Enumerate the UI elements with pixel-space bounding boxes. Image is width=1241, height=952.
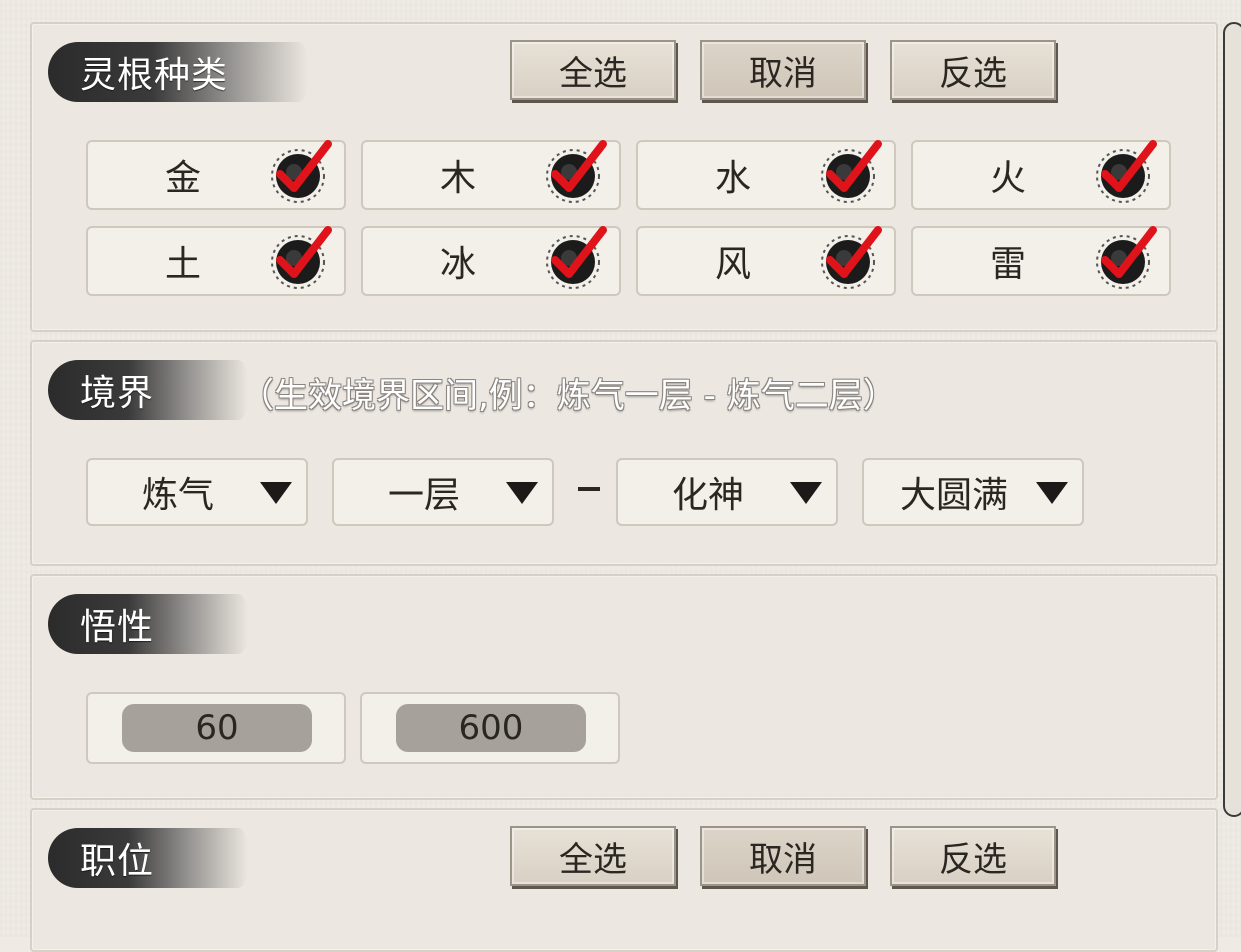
realm-from-realm-dropdown[interactable]: 炼气 [86, 458, 308, 526]
position-select-all-button[interactable]: 全选 [510, 826, 676, 886]
spirit-root-label: 火 [989, 158, 1026, 199]
realm-panel: 境界 （生效境界区间,例：炼气一层 - 炼气二层） 炼气 一层 化神 大圆满 [30, 340, 1218, 566]
position-title: 职位 [48, 828, 248, 888]
spirit-root-cancel-button[interactable]: 取消 [700, 40, 866, 100]
check-icon [271, 140, 332, 203]
spirit-root-toggle[interactable]: 火 [911, 140, 1171, 210]
triangle-down-icon [790, 482, 822, 504]
spirit-root-title: 灵根种类 [48, 42, 308, 102]
check-icon [546, 226, 607, 289]
dropdown-value: 大圆满 [899, 475, 1008, 516]
spirit-root-label: 雷 [989, 244, 1026, 285]
spirit-root-select-all-button[interactable]: 全选 [510, 40, 676, 100]
comprehension-title: 悟性 [48, 594, 248, 654]
comprehension-max-input[interactable]: 600 [396, 704, 586, 752]
realm-from-layer-dropdown[interactable]: 一层 [332, 458, 554, 526]
spirit-root-panel: 灵根种类 全选 取消 反选 金 木 水 火土 冰 风 雷 [30, 22, 1218, 332]
spirit-root-toggle[interactable]: 土 [86, 226, 346, 296]
check-icon [1096, 140, 1157, 203]
dropdown-value: 炼气 [141, 475, 214, 516]
spirit-root-label: 水 [714, 158, 751, 199]
realm-title: 境界 [48, 360, 248, 420]
check-icon [271, 226, 332, 289]
check-icon [821, 140, 882, 203]
position-cancel-button[interactable]: 取消 [700, 826, 866, 886]
triangle-down-icon [260, 482, 292, 504]
range-separator [578, 487, 600, 491]
dropdown-value: 一层 [387, 475, 460, 516]
spirit-root-toggle[interactable]: 木 [361, 140, 621, 210]
spirit-root-toggle[interactable]: 雷 [911, 226, 1171, 296]
spirit-root-invert-button[interactable]: 反选 [890, 40, 1056, 100]
comprehension-min-box: 60 [86, 692, 346, 764]
check-icon [821, 226, 882, 289]
dropdown-value: 化神 [671, 475, 744, 516]
spirit-root-label: 金 [164, 158, 201, 199]
comprehension-min-input[interactable]: 60 [122, 704, 312, 752]
realm-hint: （生效境界区间,例：炼气一层 - 炼气二层） [240, 376, 897, 416]
scrollbar[interactable] [1223, 22, 1241, 817]
comprehension-panel: 悟性 60 600 [30, 574, 1218, 800]
realm-to-layer-dropdown[interactable]: 大圆满 [862, 458, 1084, 526]
spirit-root-toggle[interactable]: 金 [86, 140, 346, 210]
triangle-down-icon [506, 482, 538, 504]
spirit-root-label: 木 [439, 158, 476, 199]
spirit-root-label: 土 [164, 244, 201, 285]
position-invert-button[interactable]: 反选 [890, 826, 1056, 886]
spirit-root-label: 冰 [439, 244, 476, 285]
comprehension-max-box: 600 [360, 692, 620, 764]
realm-to-realm-dropdown[interactable]: 化神 [616, 458, 838, 526]
check-icon [1096, 226, 1157, 289]
check-icon [546, 140, 607, 203]
spirit-root-toggle[interactable]: 水 [636, 140, 896, 210]
position-panel: 职位 全选 取消 反选 [30, 808, 1218, 952]
triangle-down-icon [1036, 482, 1068, 504]
spirit-root-toggle[interactable]: 风 [636, 226, 896, 296]
spirit-root-label: 风 [714, 244, 751, 285]
spirit-root-toggle[interactable]: 冰 [361, 226, 621, 296]
